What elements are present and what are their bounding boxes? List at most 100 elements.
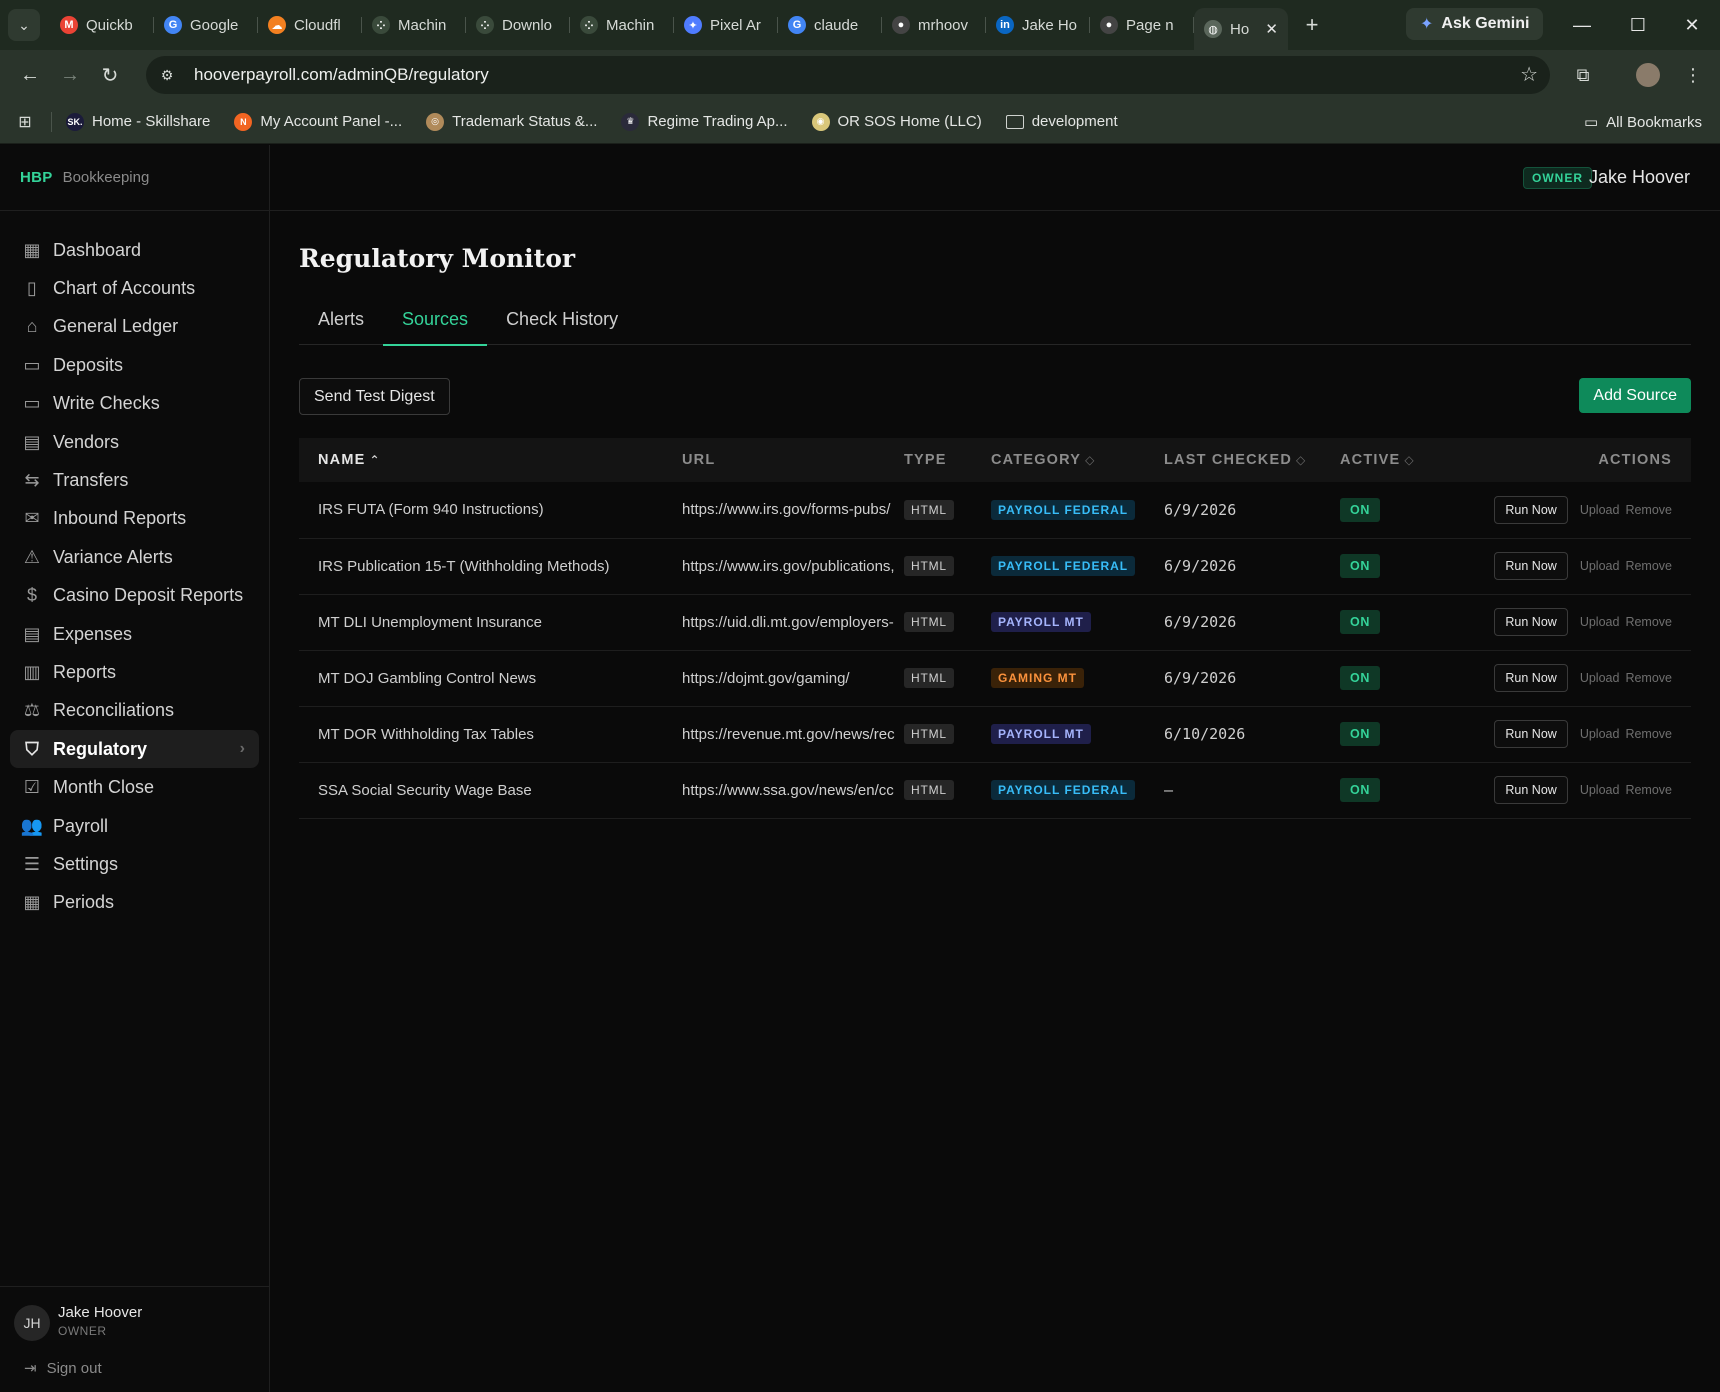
upload-link[interactable]: Upload [1580,559,1620,573]
sidebar-item-reconciliations[interactable]: ⚖ Reconciliations [10,692,259,730]
close-tab-icon[interactable]: ✕ [1265,20,1278,38]
run-now-button[interactable]: Run Now [1494,664,1568,692]
remove-link[interactable]: Remove [1625,727,1672,741]
sidebar-item-deposits[interactable]: ▭ Deposits [10,346,259,384]
sidebar-item-general-ledger[interactable]: ⌂ General Ledger [10,308,259,346]
header-user-name[interactable]: Jake Hoover [1589,167,1690,188]
browser-tab[interactable]: M Quickb [50,7,154,43]
tab-sources[interactable]: Sources [383,293,488,346]
source-url[interactable]: https://dojmt.gov/gaming/ [682,650,904,706]
table-row[interactable]: MT DLI Unemployment Insurance https://uid… [299,594,1691,650]
browser-tab[interactable]: ● mrhoov [882,7,986,43]
run-now-button[interactable]: Run Now [1494,495,1568,524]
source-name[interactable]: IRS Publication 15-T (Withholding Method… [299,538,682,594]
table-row[interactable]: IRS Publication 15-T (Withholding Method… [299,538,1691,594]
run-now-button[interactable]: Run Now [1494,776,1568,804]
browser-tab[interactable]: G Google [154,7,258,43]
active-status-toggle[interactable]: ON [1340,722,1380,746]
minimize-window-icon[interactable]: — [1556,0,1608,50]
sidebar-item-expenses[interactable]: ▤ Expenses [10,615,259,653]
browser-tab-active[interactable]: ◍ Ho ✕ [1194,8,1288,50]
sidebar-item-variance-alerts[interactable]: ⚠ Variance Alerts [10,538,259,576]
browser-tab[interactable]: ⁘ Machin [570,7,674,43]
bookmark-item[interactable]: ◎ Trademark Status &... [426,112,597,131]
upload-link[interactable]: Upload [1580,783,1620,797]
upload-link[interactable]: Upload [1580,615,1620,629]
bookmark-star-icon[interactable]: ☆ [1520,62,1538,87]
bookmark-item[interactable]: ◉ OR SOS Home (LLC) [811,112,982,131]
sidebar-item-regulatory[interactable]: ⛉ Regulatory › [10,730,259,769]
column-header-active[interactable]: ACTIVE ◇ [1340,438,1448,482]
sidebar-item-transfers[interactable]: ⇆ Transfers [10,461,259,499]
run-now-button[interactable]: Run Now [1494,608,1568,636]
source-url[interactable]: https://revenue.mt.gov/news/rec [682,706,904,762]
browser-tab[interactable]: ● Page n [1090,7,1194,43]
sidebar-item-month-close[interactable]: ☑ Month Close [10,768,259,806]
column-header-category[interactable]: CATEGORY ◇ [991,438,1164,482]
profile-avatar[interactable] [1636,63,1660,87]
address-url[interactable]: hooverpayroll.com/adminQB/regulatory [194,65,489,85]
source-name[interactable]: SSA Social Security Wage Base [299,762,682,818]
send-test-digest-button[interactable]: Send Test Digest [299,378,450,415]
source-url[interactable]: https://www.irs.gov/forms-pubs/ [682,482,904,538]
tab-check-history[interactable]: Check History [487,293,637,345]
tab-search-chevron-icon[interactable]: ⌄ [8,9,40,41]
run-now-button[interactable]: Run Now [1494,552,1568,580]
all-bookmarks-button[interactable]: ▭ All Bookmarks [1584,100,1702,144]
sidebar-item-write-checks[interactable]: ▭ Write Checks [10,385,259,423]
browser-menu-icon[interactable]: ⋮ [1678,60,1708,90]
run-now-button[interactable]: Run Now [1494,720,1568,748]
source-url[interactable]: https://www.irs.gov/publications, [682,538,904,594]
forward-arrow-icon[interactable]: → [50,55,90,95]
active-status-toggle[interactable]: ON [1340,610,1380,634]
sidebar-item-chart-of-accounts[interactable]: ▯ Chart of Accounts [10,269,259,307]
site-settings-icon[interactable]: ⚙ [152,60,182,90]
source-name[interactable]: MT DOR Withholding Tax Tables [299,706,682,762]
active-status-toggle[interactable]: ON [1340,497,1380,522]
table-row[interactable]: IRS FUTA (Form 940 Instructions) https://… [299,482,1691,538]
sidebar-item-casino-deposit-reports[interactable]: $ Casino Deposit Reports [10,577,259,615]
reload-icon[interactable]: ↻ [90,55,130,95]
source-name[interactable]: MT DOJ Gambling Control News [299,650,682,706]
table-row[interactable]: SSA Social Security Wage Base https://www… [299,762,1691,818]
sidebar-item-settings[interactable]: ☰ Settings [10,845,259,883]
tab-alerts[interactable]: Alerts [299,293,383,345]
source-url[interactable]: https://www.ssa.gov/news/en/cc [682,762,904,818]
active-status-toggle[interactable]: ON [1340,554,1380,578]
address-bar[interactable]: ⚙ hooverpayroll.com/adminQB/regulatory ☆ [146,56,1550,94]
remove-link[interactable]: Remove [1625,615,1672,629]
source-name[interactable]: IRS FUTA (Form 940 Instructions) [299,482,682,538]
sidebar-item-inbound-reports[interactable]: ✉ Inbound Reports [10,500,259,538]
bookmark-item[interactable]: development [1005,113,1118,130]
upload-link[interactable]: Upload [1580,503,1620,517]
sidebar-item-reports[interactable]: ▥ Reports [10,653,259,691]
remove-link[interactable]: Remove [1625,559,1672,573]
browser-tab[interactable]: ☁ Cloudfl [258,7,362,43]
upload-link[interactable]: Upload [1580,727,1620,741]
column-header-last-checked[interactable]: LAST CHECKED ◇ [1164,438,1340,482]
ask-gemini-button[interactable]: ✦ Ask Gemini [1406,8,1544,40]
column-header-name[interactable]: NAME ⌃ [299,438,682,482]
remove-link[interactable]: Remove [1625,783,1672,797]
source-name[interactable]: MT DLI Unemployment Insurance [299,594,682,650]
sidebar-item-vendors[interactable]: ▤ Vendors [10,423,259,461]
browser-tab[interactable]: in Jake Ho [986,7,1090,43]
bookmark-item[interactable]: N My Account Panel -... [234,112,402,131]
remove-link[interactable]: Remove [1625,671,1672,685]
new-tab-plus-icon[interactable]: + [1294,7,1330,43]
source-url[interactable]: https://uid.dli.mt.gov/employers- [682,594,904,650]
close-window-icon[interactable]: ✕ [1666,0,1718,50]
table-row[interactable]: MT DOJ Gambling Control News https://dojm… [299,650,1691,706]
browser-tab[interactable]: ✦ Pixel Ar [674,7,778,43]
sign-out-button[interactable]: ⇥ Sign out [24,1359,102,1378]
table-row[interactable]: MT DOR Withholding Tax Tables https://rev… [299,706,1691,762]
apps-grid-icon[interactable]: ⊞ [13,110,37,134]
add-source-button[interactable]: Add Source [1579,378,1691,413]
sidebar-item-payroll[interactable]: 👥 Payroll [10,807,259,845]
active-status-toggle[interactable]: ON [1340,666,1380,690]
sidebar-item-dashboard[interactable]: ▦ Dashboard [10,231,259,269]
back-arrow-icon[interactable]: ← [10,55,50,95]
maximize-window-icon[interactable]: ☐ [1612,0,1664,50]
bookmark-item[interactable]: SK. Home - Skillshare [66,112,210,131]
upload-link[interactable]: Upload [1580,671,1620,685]
